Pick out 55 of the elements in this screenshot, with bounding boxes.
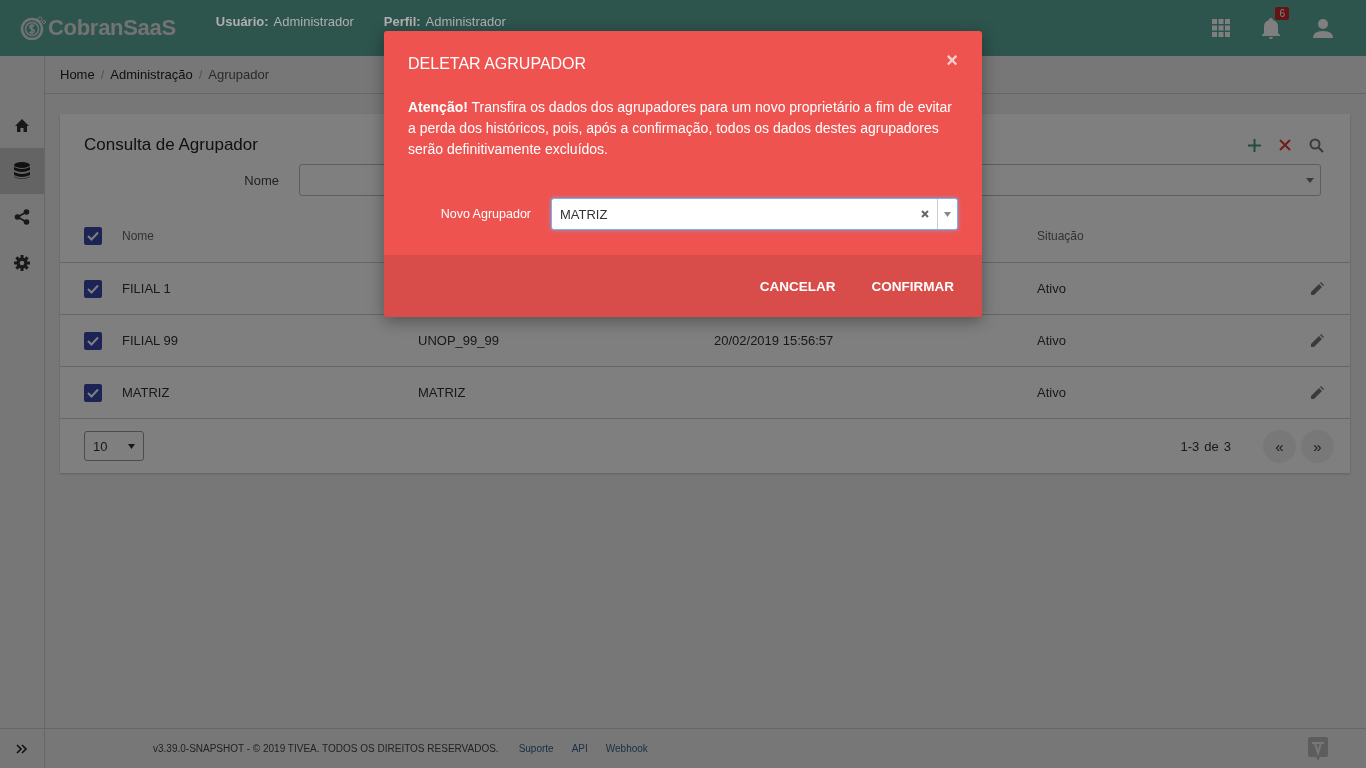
user-name: Administrador [273, 14, 354, 29]
close-button[interactable]: × [946, 50, 958, 70]
pagination-total: 3 [1223, 438, 1231, 454]
table-cell: Ativo [1037, 281, 1066, 296]
new-group-select[interactable]: MATRIZ [551, 198, 958, 230]
breadcrumb-link[interactable]: Administração [110, 67, 193, 82]
next-page-button[interactable]: » [1301, 429, 1334, 463]
notification-count: 6 [1275, 7, 1289, 20]
dialog-button[interactable]: CONFIRMAR [871, 278, 954, 294]
select-all-checkbox[interactable] [84, 227, 102, 245]
footer-link[interactable]: Suporte [518, 743, 554, 754]
table-cell: FILIAL 1 [122, 281, 171, 296]
caret-icon [944, 211, 951, 217]
page-size-select[interactable]: 10 [84, 431, 144, 461]
field-label: Novo Agrupador [439, 207, 531, 221]
filter-label: Nome [243, 172, 279, 188]
column-header: Situação [1037, 229, 1084, 243]
edit-icon[interactable] [1309, 384, 1326, 401]
row-checkbox[interactable] [84, 331, 102, 350]
edit-icon[interactable] [1309, 332, 1326, 349]
copyright-text: v3.39.0-SNAPSHOT - © 2019 TIVEA. TODOS OS DIREITOS RESERVADOS. [153, 743, 499, 754]
caret-icon [1306, 177, 1314, 183]
edit-icon[interactable] [1309, 280, 1326, 297]
dialog-button[interactable]: CANCELAR [759, 278, 836, 294]
brand-name: CobranSaaS [48, 15, 176, 41]
dialog-title: DELETAR AGRUPADOR [408, 55, 588, 73]
row-checkbox[interactable] [84, 279, 102, 298]
pagination-range: 1-3 [1180, 438, 1200, 454]
table-cell: Ativo [1037, 333, 1066, 348]
logo-icon [20, 15, 46, 41]
warning-message: Atenção! Transfira os dados dos agrupadores para um novo proprietário a fim de evitar a perda dos históricos, pois, após a confirmação, todos os dados destes agrupadores serão definitivamente excluídos. [408, 98, 953, 159]
profile-name: Administrador [425, 14, 506, 29]
table-cell: MATRIZ [418, 385, 466, 400]
table-cell: MATRIZ [122, 385, 170, 400]
footer-link[interactable]: Webhook [605, 743, 648, 754]
footer-link[interactable]: API [571, 743, 588, 754]
previous-page-button[interactable]: « [1263, 429, 1296, 463]
breadcrumb-separator: / [198, 67, 203, 82]
clear-icon[interactable] [921, 210, 929, 218]
table-cell: UNOP_99_99 [418, 333, 499, 348]
column-header: Nome [122, 229, 154, 243]
database-icon[interactable] [0, 148, 44, 194]
user-label: Usuário: [215, 14, 269, 29]
table-cell: FILIAL 99 [122, 333, 178, 348]
shield-logo-icon [1308, 736, 1328, 761]
pagination-of: de [1204, 438, 1219, 454]
row-checkbox[interactable] [84, 383, 102, 402]
table-cell: 20/02/2019 15:56:57 [714, 333, 834, 348]
caret-icon [128, 443, 135, 449]
card-title: Consulta de Agrupador [84, 135, 258, 155]
breadcrumb-link[interactable]: Home [60, 67, 95, 82]
table-cell: Ativo [1037, 385, 1066, 400]
breadcrumb-link[interactable]: Agrupador [208, 67, 270, 82]
breadcrumb-separator: / [100, 67, 105, 82]
profile-label: Perfil: [383, 14, 421, 29]
